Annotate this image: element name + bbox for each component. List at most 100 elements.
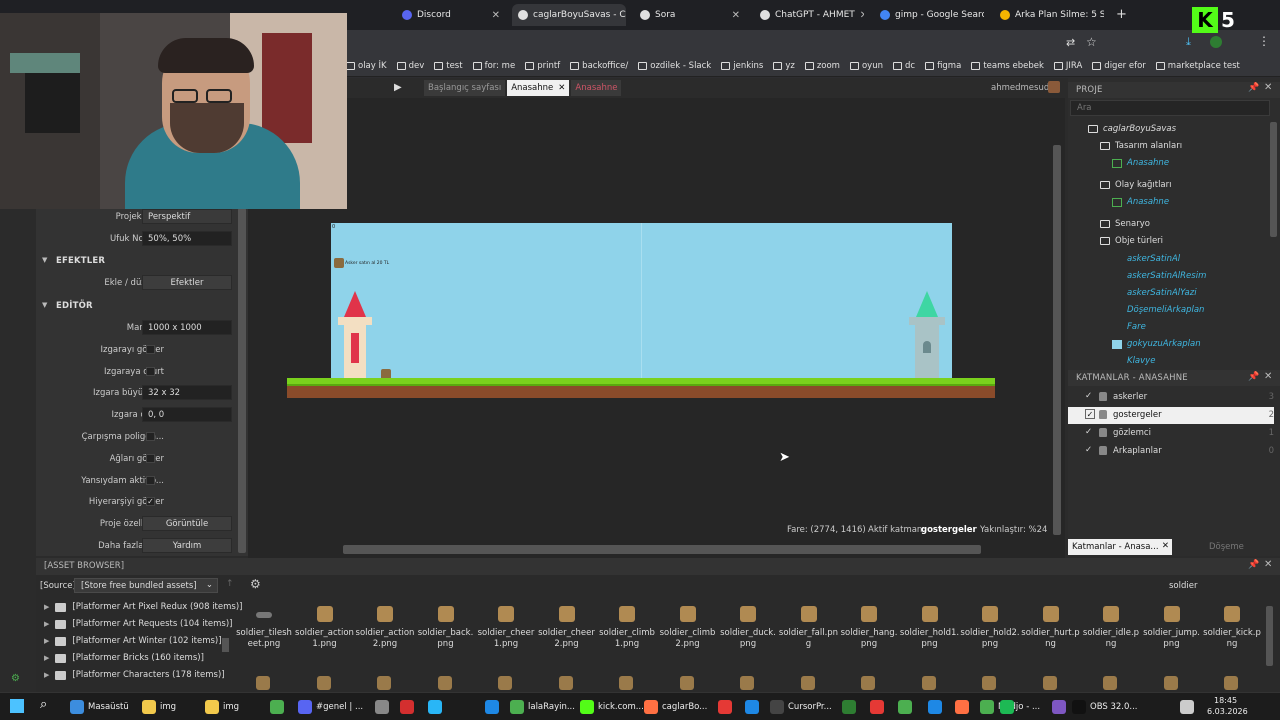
asset-file[interactable]: soldier_action2.png [355,606,415,690]
layout-tab[interactable]: Başlangıç sayfası [424,80,506,96]
taskbar-app-icon[interactable] [1000,700,1014,714]
editor-section-header[interactable]: EDİTÖR [56,301,93,311]
project-tree-item[interactable]: Senaryo [1100,219,1150,229]
object-type-item[interactable]: DöşemeliArkaplan [1112,305,1204,315]
property-checkbox[interactable] [146,454,155,463]
close-icon[interactable]: ✕ [860,10,864,21]
buy-soldier-icon[interactable] [334,258,344,268]
new-tab-icon[interactable]: + [1116,7,1127,22]
close-icon[interactable]: ✕ [732,10,740,21]
collapse-icon[interactable]: ▼ [42,256,47,264]
visibility-checkbox[interactable]: ✓ [1085,391,1092,401]
visibility-checkbox[interactable]: ✓ [1085,409,1095,419]
bookmark-item[interactable]: figma [925,61,961,71]
taskbar-app-icon[interactable] [1052,700,1066,714]
asset-folder[interactable]: ▶ [Platformer Bricks (160 items)] [44,653,204,663]
asset-file[interactable]: soldier_hold1.png [900,606,960,690]
taskbar-app-icon[interactable] [428,700,442,714]
expand-arrow-icon[interactable]: ▶ [44,637,49,645]
project-tree-item[interactable]: Obje türleri [1100,236,1163,246]
taskbar-app-icon[interactable] [270,700,284,714]
asset-folder[interactable]: ▶ [Platformer Characters (178 items)] [44,670,225,680]
layout-tab[interactable]: Anasahne [571,80,622,96]
layout-tab[interactable]: Anasahne ✕ [507,80,570,96]
asset-search-text[interactable]: soldier [1169,581,1197,591]
download-icon[interactable]: ⤓ [1186,35,1191,49]
bookmark-item[interactable]: olay İK [346,61,387,71]
taskbar-item[interactable]: #genel | ... [298,698,363,716]
project-tree-item[interactable]: Anasahne [1112,197,1169,207]
asset-file[interactable]: soldier_idle.png [1081,606,1141,690]
bookmark-item[interactable]: yz [773,61,795,71]
bookmark-item[interactable]: test [434,61,463,71]
project-tree-item[interactable]: Olay kağıtları [1100,180,1172,190]
taskbar-item[interactable]: OBS 32.0... [1072,698,1138,716]
scene-horizontal-scrollbar[interactable] [343,545,981,554]
effects-button[interactable]: Efektler [142,275,232,290]
asset-folder[interactable]: ▶ [Platformer Art Requests (104 items)] [44,619,233,629]
asset-file[interactable]: soldier_back.png [416,606,476,690]
asset-file[interactable]: soldier_jump.png [1142,606,1202,690]
visibility-checkbox[interactable]: ✓ [1085,445,1092,455]
asset-file[interactable]: soldier_hold2.png [960,606,1020,690]
browser-tab[interactable]: Discord ✕ [396,4,506,26]
asset-file[interactable]: soldier_hang.png [839,606,899,690]
browser-tab[interactable]: caglarBoyuSavas - Con✕ [512,4,626,26]
bookmark-item[interactable]: jenkins [721,61,763,71]
lock-icon[interactable] [1099,446,1107,455]
properties-scrollbar[interactable] [238,208,246,553]
project-scrollbar[interactable] [1270,122,1277,237]
taskbar-app-icon[interactable] [718,700,732,714]
taskbar-app-icon[interactable] [375,700,389,714]
red-tower[interactable] [338,291,372,383]
property-button[interactable]: Yardım [142,538,232,553]
visibility-checkbox[interactable]: ✓ [1085,427,1092,437]
tiles-tab[interactable]: Döşeme [1209,542,1244,552]
menu-icon[interactable]: ⋮ [1258,34,1270,48]
object-type-item[interactable]: Klavye [1112,356,1155,366]
object-type-item[interactable]: askerSatinAlResim [1112,271,1206,281]
object-type-item[interactable]: gokyuzuArkaplan [1112,339,1201,349]
asset-folder[interactable]: ▶ [Platformer Art Pixel Redux (908 items)… [44,602,242,612]
settings-icon[interactable]: ⚙ [250,577,261,591]
object-type-item[interactable]: Fare [1112,322,1146,332]
taskbar-app-icon[interactable] [400,700,414,714]
ground-tiles[interactable] [287,378,995,398]
property-input[interactable]: 32 x 32 [142,385,232,400]
expand-arrow-icon[interactable]: ▶ [44,671,49,679]
layer-row[interactable]: ✓ askerler 3 [1068,389,1274,406]
bookmark-item[interactable]: JIRA [1053,61,1082,71]
tab-close-icon[interactable]: ✕ [558,83,565,93]
property-input[interactable]: 50%, 50% [142,231,232,246]
property-checkbox[interactable] [146,367,155,376]
browser-tab[interactable]: Arka Plan Silme: 5 Sani✕ [994,4,1104,26]
property-checkbox[interactable] [146,432,155,441]
asset-file[interactable]: soldier_tilesheet.png [234,606,294,690]
bookmark-item[interactable]: marketplace test [1155,61,1240,71]
browser-tab[interactable]: gimp - Google Search✕ [874,4,984,26]
asset-file[interactable]: soldier_cheer1.png [476,606,536,690]
property-button[interactable]: Görüntüle [142,516,232,531]
asset-close-icon[interactable]: ✕ [1264,559,1272,570]
property-checkbox[interactable] [146,345,155,354]
asset-file[interactable]: soldier_duck.png [718,606,778,690]
taskbar-item[interactable]: CursorPr... [770,698,832,716]
taskbar-item[interactable]: img [142,698,176,716]
property-select[interactable]: Perspektif [142,209,232,224]
object-type-item[interactable]: askerSatinAlYazi [1112,288,1197,298]
taskbar-app-icon[interactable] [842,700,856,714]
bookmark-item[interactable]: teams ebebek [971,61,1044,71]
search-icon[interactable]: ⌕ [40,697,47,712]
property-input[interactable]: 1000 x 1000 [142,320,232,335]
expand-arrow-icon[interactable]: ▶ [44,603,49,611]
browser-tab[interactable]: Sora ✕ [634,4,746,26]
taskbar-app-icon[interactable] [485,700,499,714]
windows-start-icon[interactable] [10,699,24,713]
browser-tab[interactable]: ChatGPT - AHMET ✕ [754,4,864,26]
pin-icon[interactable]: 📌 [1248,83,1259,93]
layers-tab-close-icon[interactable]: ✕ [1162,541,1169,551]
asset-file[interactable]: soldier_cheer2.png [537,606,597,690]
taskbar-app-icon[interactable] [745,700,759,714]
project-tree-item[interactable]: caglarBoyuSavas [1088,124,1176,134]
taskbar-item[interactable]: caglarBo... [644,698,707,716]
